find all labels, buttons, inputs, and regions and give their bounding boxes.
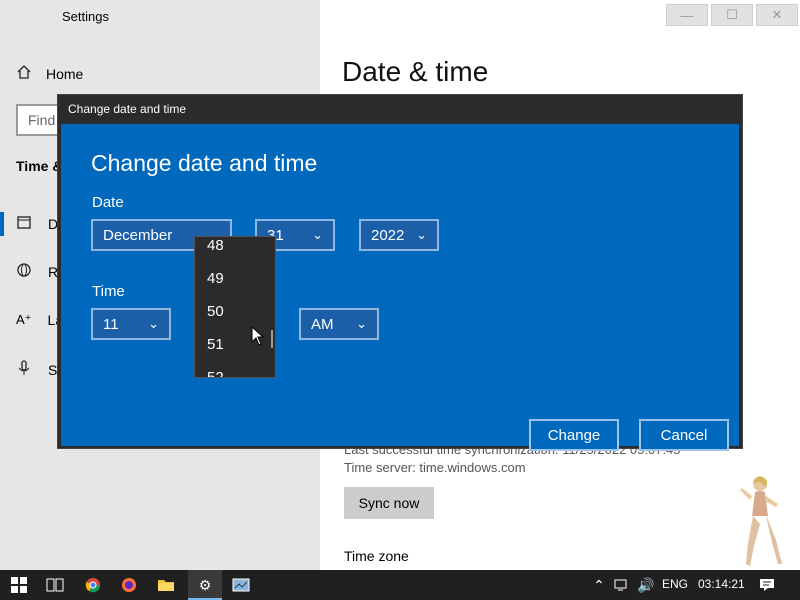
chevron-up-icon[interactable]: ⌃ [588, 575, 610, 595]
home-icon [16, 64, 32, 83]
settings-gear-icon[interactable]: ⚙ [194, 575, 216, 595]
dialog-heading: Change date and time [91, 150, 318, 176]
chevron-down-icon: ⌄ [312, 227, 323, 242]
ampm-select[interactable]: AM ⌄ [299, 308, 379, 340]
start-windows-icon[interactable] [8, 575, 30, 595]
sidebar-item-date-time[interactable]: D [16, 214, 58, 233]
calendar-icon [16, 214, 32, 233]
chevron-down-icon: ⌄ [356, 316, 367, 331]
globe-icon [16, 262, 32, 281]
file-explorer-icon[interactable] [155, 575, 177, 595]
volume-icon[interactable]: 🔊 [635, 575, 657, 595]
network-icon[interactable] [611, 575, 633, 595]
window-title: Settings [62, 9, 109, 24]
time-label: Time [92, 283, 125, 300]
year-select[interactable]: 2022 ⌄ [359, 219, 439, 251]
month-value: December [103, 226, 173, 244]
maximize-button[interactable]: ☐ [711, 4, 753, 26]
clock[interactable]: 03:14:21 [698, 577, 745, 591]
list-item[interactable]: 52 [207, 369, 224, 377]
dialog-body: Change date and time Date December ⌄ 31 … [61, 124, 739, 451]
mouse-cursor-icon [251, 326, 265, 346]
sync-now-button[interactable]: Sync now [344, 487, 434, 519]
chevron-down-icon: ⌄ [416, 227, 427, 242]
list-item[interactable]: 48 [207, 237, 224, 254]
sidebar-item-speech[interactable]: S [16, 360, 57, 379]
notification-icon[interactable] [756, 575, 778, 595]
page-title: Date & time [342, 56, 489, 87]
section-label: Time & [16, 158, 63, 174]
task-view-icon[interactable] [44, 575, 66, 595]
time-server-text: Time server: time.windows.com [344, 460, 526, 475]
date-label: Date [92, 194, 124, 211]
home-label: Home [46, 65, 84, 82]
ampm-value: AM [311, 315, 334, 333]
sidebar-item-region[interactable]: R [16, 262, 58, 281]
firefox-icon[interactable] [118, 575, 140, 595]
sidebar-item-label: S [48, 361, 58, 378]
list-item[interactable]: 49 [207, 270, 224, 287]
minute-dropdown-list[interactable]: 48 49 50 51 52 [194, 236, 276, 378]
chrome-icon[interactable] [82, 575, 104, 595]
year-value: 2022 [371, 226, 405, 244]
microphone-icon [16, 360, 32, 379]
list-item[interactable]: 51 [207, 336, 224, 353]
hour-select[interactable]: 11 ⌄ [91, 308, 171, 340]
language-indicator[interactable]: ENG [662, 577, 688, 591]
scrollbar-thumb[interactable] [271, 330, 273, 348]
sidebar-item-home[interactable]: Home [16, 64, 83, 83]
dancing-figure-image [740, 476, 782, 566]
hour-value: 11 [103, 315, 119, 333]
chevron-down-icon: ⌄ [148, 316, 159, 331]
date-time-app-icon[interactable] [230, 575, 252, 595]
language-icon: A⁺ [16, 312, 32, 327]
change-button[interactable]: Change [529, 419, 619, 451]
change-date-time-dialog: Change date and time Change date and tim… [57, 94, 743, 451]
time-zone-label: Time zone [344, 548, 409, 564]
close-button[interactable]: ✕ [756, 4, 798, 26]
dialog-window-title: Change date and time [68, 102, 187, 116]
minimize-button[interactable]: — [666, 4, 708, 26]
list-item[interactable]: 50 [207, 303, 224, 320]
cancel-button[interactable]: Cancel [639, 419, 729, 451]
selection-indicator [0, 212, 4, 236]
